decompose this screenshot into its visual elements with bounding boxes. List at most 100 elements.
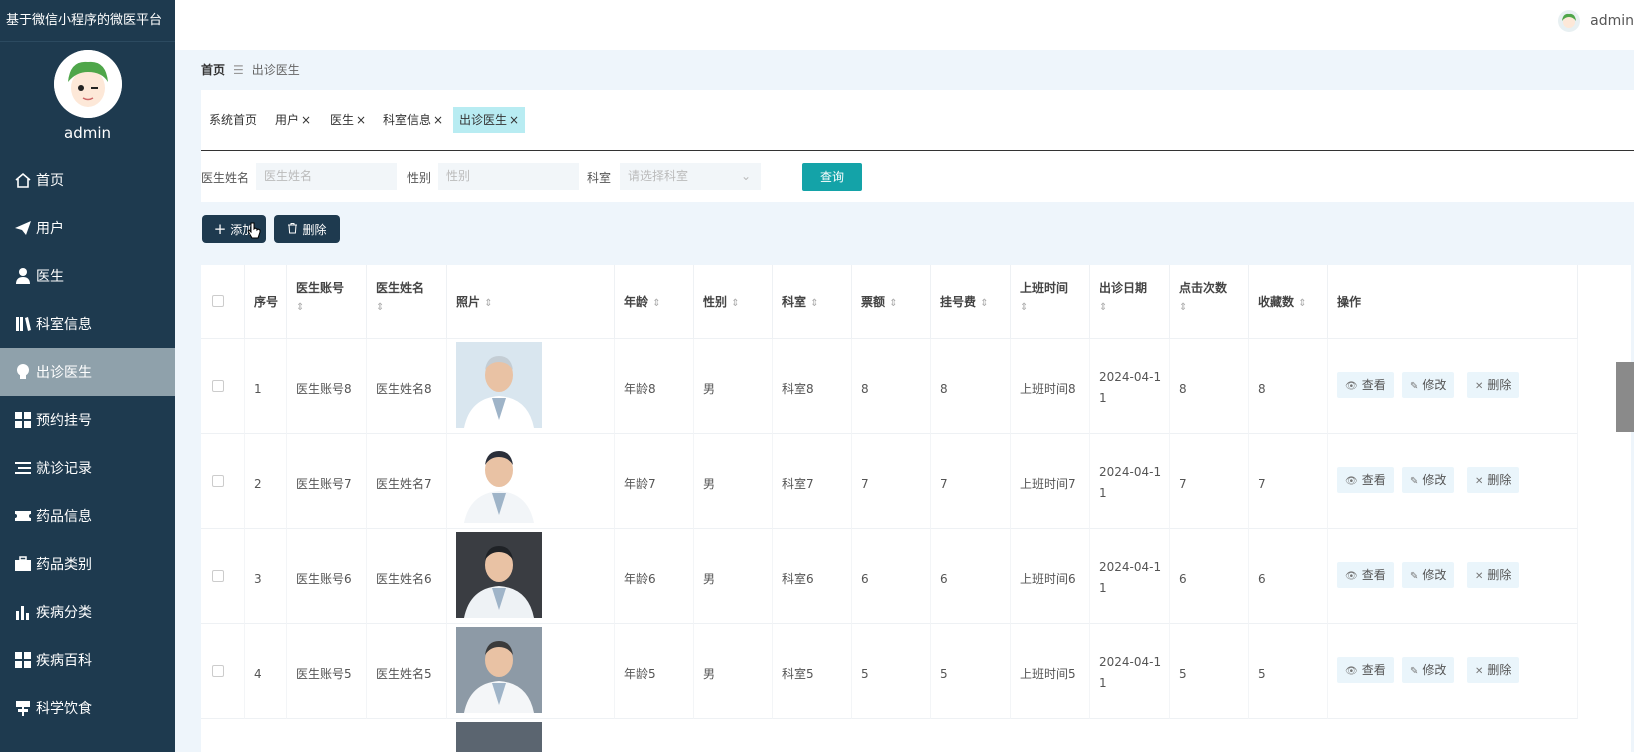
table-cell: 科室5 — [773, 624, 852, 719]
close-icon[interactable]: × — [509, 113, 519, 127]
column-header[interactable]: 上班时间 ⇕ — [1011, 265, 1090, 339]
sort-icon[interactable]: ⇕ — [484, 298, 492, 309]
doctor-name-input[interactable]: 医生姓名 — [256, 163, 397, 190]
sort-icon[interactable]: ⇕ — [652, 298, 660, 309]
tab-0[interactable]: 系统首页 — [203, 107, 263, 133]
sort-icon[interactable]: ⇕ — [1179, 302, 1187, 313]
sidebar-item-7[interactable]: 药品信息 — [0, 492, 175, 540]
table-cell: 医生账号6 — [287, 529, 367, 624]
edit-button[interactable]: ✎ 修改 — [1402, 562, 1455, 588]
sort-icon[interactable]: ⇕ — [1020, 302, 1028, 313]
table-cell: 👁 查看 ✎ 修改 ✕ 删除 — [1328, 529, 1578, 624]
view-button[interactable]: 👁 查看 — [1337, 562, 1394, 588]
sidebar-item-8[interactable]: 药品类别 — [0, 540, 175, 588]
sidebar-item-3[interactable]: 科室信息 — [0, 300, 175, 348]
doctor-photo[interactable] — [456, 437, 542, 523]
scrollbar[interactable] — [1616, 362, 1634, 432]
row-checkbox[interactable] — [212, 380, 224, 392]
table-cell: 科室6 — [773, 529, 852, 624]
sidebar-item-label: 首页 — [36, 173, 64, 189]
sort-icon[interactable]: ⇕ — [731, 298, 739, 309]
top-user-menu[interactable]: admin — [1558, 10, 1634, 32]
cell-index: 4 — [254, 667, 262, 681]
doctor-photo[interactable] — [456, 627, 542, 713]
sort-icon[interactable]: ⇕ — [376, 302, 384, 313]
sidebar-item-label: 用户 — [36, 221, 64, 237]
column-header[interactable]: 科室 ⇕ — [773, 265, 852, 339]
edit-button[interactable]: ✎ 修改 — [1402, 372, 1455, 398]
dept-select[interactable]: 请选择科室 ⌄ — [620, 163, 761, 190]
column-header[interactable]: 医生账号 ⇕ — [287, 265, 367, 339]
sidebar-item-6[interactable]: 就诊记录 — [0, 444, 175, 492]
table-cell: 医生姓名5 — [367, 624, 447, 719]
table-cell: 5 — [931, 624, 1011, 719]
sidebar-item-4[interactable]: 出诊医生 — [0, 348, 175, 396]
breadcrumb-home[interactable]: 首页 — [201, 61, 225, 78]
cell-name: 医生姓名6 — [376, 572, 432, 586]
edit-button[interactable]: ✎ 修改 — [1402, 467, 1455, 493]
table-cell: 年龄8 — [615, 339, 694, 434]
table-cell: 5 — [1249, 624, 1328, 719]
sidebar-item-0[interactable]: 首页 — [0, 156, 175, 204]
view-button[interactable]: 👁 查看 — [1337, 372, 1394, 398]
column-header[interactable]: 性别 ⇕ — [694, 265, 773, 339]
doctor-photo[interactable] — [456, 532, 542, 618]
column-header[interactable]: 票额 ⇕ — [852, 265, 931, 339]
query-button[interactable]: 查询 — [802, 163, 862, 191]
cell-age: 年龄7 — [624, 477, 656, 491]
sort-icon[interactable]: ⇕ — [1099, 302, 1107, 313]
delete-button[interactable]: 删除 — [274, 215, 340, 243]
sort-icon[interactable]: ⇕ — [810, 298, 818, 309]
row-checkbox[interactable] — [212, 475, 224, 487]
cell-fee: 5 — [940, 667, 948, 681]
column-header-label: 序号 — [254, 295, 279, 309]
row-checkbox[interactable] — [212, 665, 224, 677]
gender-input[interactable]: 性别 — [438, 163, 579, 190]
column-header-label: 性别 — [703, 295, 728, 309]
sort-icon[interactable]: ⇕ — [1298, 298, 1306, 309]
row-delete-button[interactable]: ✕ 删除 — [1467, 467, 1520, 493]
table-cell: 1 — [245, 339, 287, 434]
cell-age: 年龄6 — [624, 572, 656, 586]
column-header[interactable]: 挂号费 ⇕ — [931, 265, 1011, 339]
search-panel: 医生姓名 医生姓名 性别 性别 科室 请选择科室 ⌄ 查询 — [201, 151, 1634, 202]
sort-icon[interactable]: ⇕ — [889, 298, 897, 309]
gender-label: 性别 — [407, 171, 432, 185]
row-delete-button[interactable]: ✕ 删除 — [1467, 562, 1520, 588]
sort-icon[interactable]: ⇕ — [296, 302, 304, 313]
tab-3[interactable]: 科室信息 × — [377, 107, 449, 133]
column-header[interactable]: 出诊日期 ⇕ — [1090, 265, 1170, 339]
column-header[interactable]: 照片 ⇕ — [447, 265, 615, 339]
sidebar-item-5[interactable]: 预约挂号 — [0, 396, 175, 444]
row-checkbox[interactable] — [212, 570, 224, 582]
tab-2[interactable]: 医生 × — [324, 107, 372, 133]
select-all-checkbox[interactable] — [212, 295, 224, 307]
view-button[interactable]: 👁 查看 — [1337, 657, 1394, 683]
row-delete-button[interactable]: ✕ 删除 — [1467, 657, 1520, 683]
row-delete-button[interactable]: ✕ 删除 — [1467, 372, 1520, 398]
close-icon[interactable]: × — [356, 113, 366, 127]
column-header[interactable]: 医生姓名 ⇕ — [367, 265, 447, 339]
view-button[interactable]: 👁 查看 — [1337, 467, 1394, 493]
doctor-photo[interactable] — [456, 342, 542, 428]
table-cell: 医生姓名8 — [367, 339, 447, 434]
cell-index: 2 — [254, 477, 262, 491]
sidebar-item-9[interactable]: 疾病分类 — [0, 588, 175, 636]
sidebar-item-1[interactable]: 用户 — [0, 204, 175, 252]
ticket-icon — [14, 507, 32, 525]
table-cell: 👁 查看 ✎ 修改 ✕ 删除 — [1328, 434, 1578, 529]
close-icon[interactable]: × — [433, 113, 443, 127]
column-header[interactable]: 年龄 ⇕ — [615, 265, 694, 339]
edit-button[interactable]: ✎ 修改 — [1402, 657, 1455, 683]
sidebar-item-2[interactable]: 医生 — [0, 252, 175, 300]
sort-icon[interactable]: ⇕ — [980, 298, 988, 309]
sidebar-item-11[interactable]: 科学饮食 — [0, 684, 175, 732]
tab-1[interactable]: 用户 × — [269, 107, 317, 133]
column-header[interactable]: 点击次数 ⇕ — [1170, 265, 1249, 339]
tab-4[interactable]: 出诊医生 × — [453, 107, 526, 133]
sidebar-item-10[interactable]: 疾病百科 — [0, 636, 175, 684]
briefcase-icon — [14, 555, 32, 573]
doctor-photo[interactable] — [456, 722, 542, 752]
column-header[interactable]: 收藏数 ⇕ — [1249, 265, 1328, 339]
close-icon[interactable]: × — [301, 113, 311, 127]
